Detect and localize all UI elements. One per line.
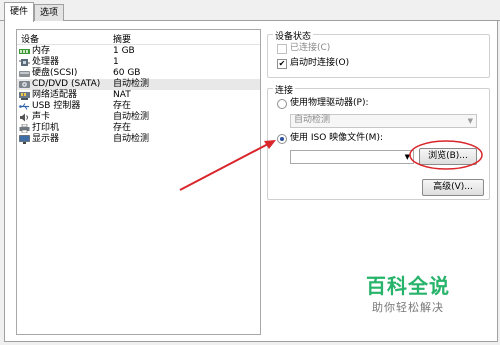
- watermark-title: 百科全说: [366, 274, 450, 298]
- annotation-arrow: [179, 143, 269, 191]
- tab-hardware[interactable]: 硬件: [4, 2, 35, 22]
- annotation-circle: [409, 140, 483, 170]
- watermark-subtitle: 助你轻松解决: [372, 301, 444, 314]
